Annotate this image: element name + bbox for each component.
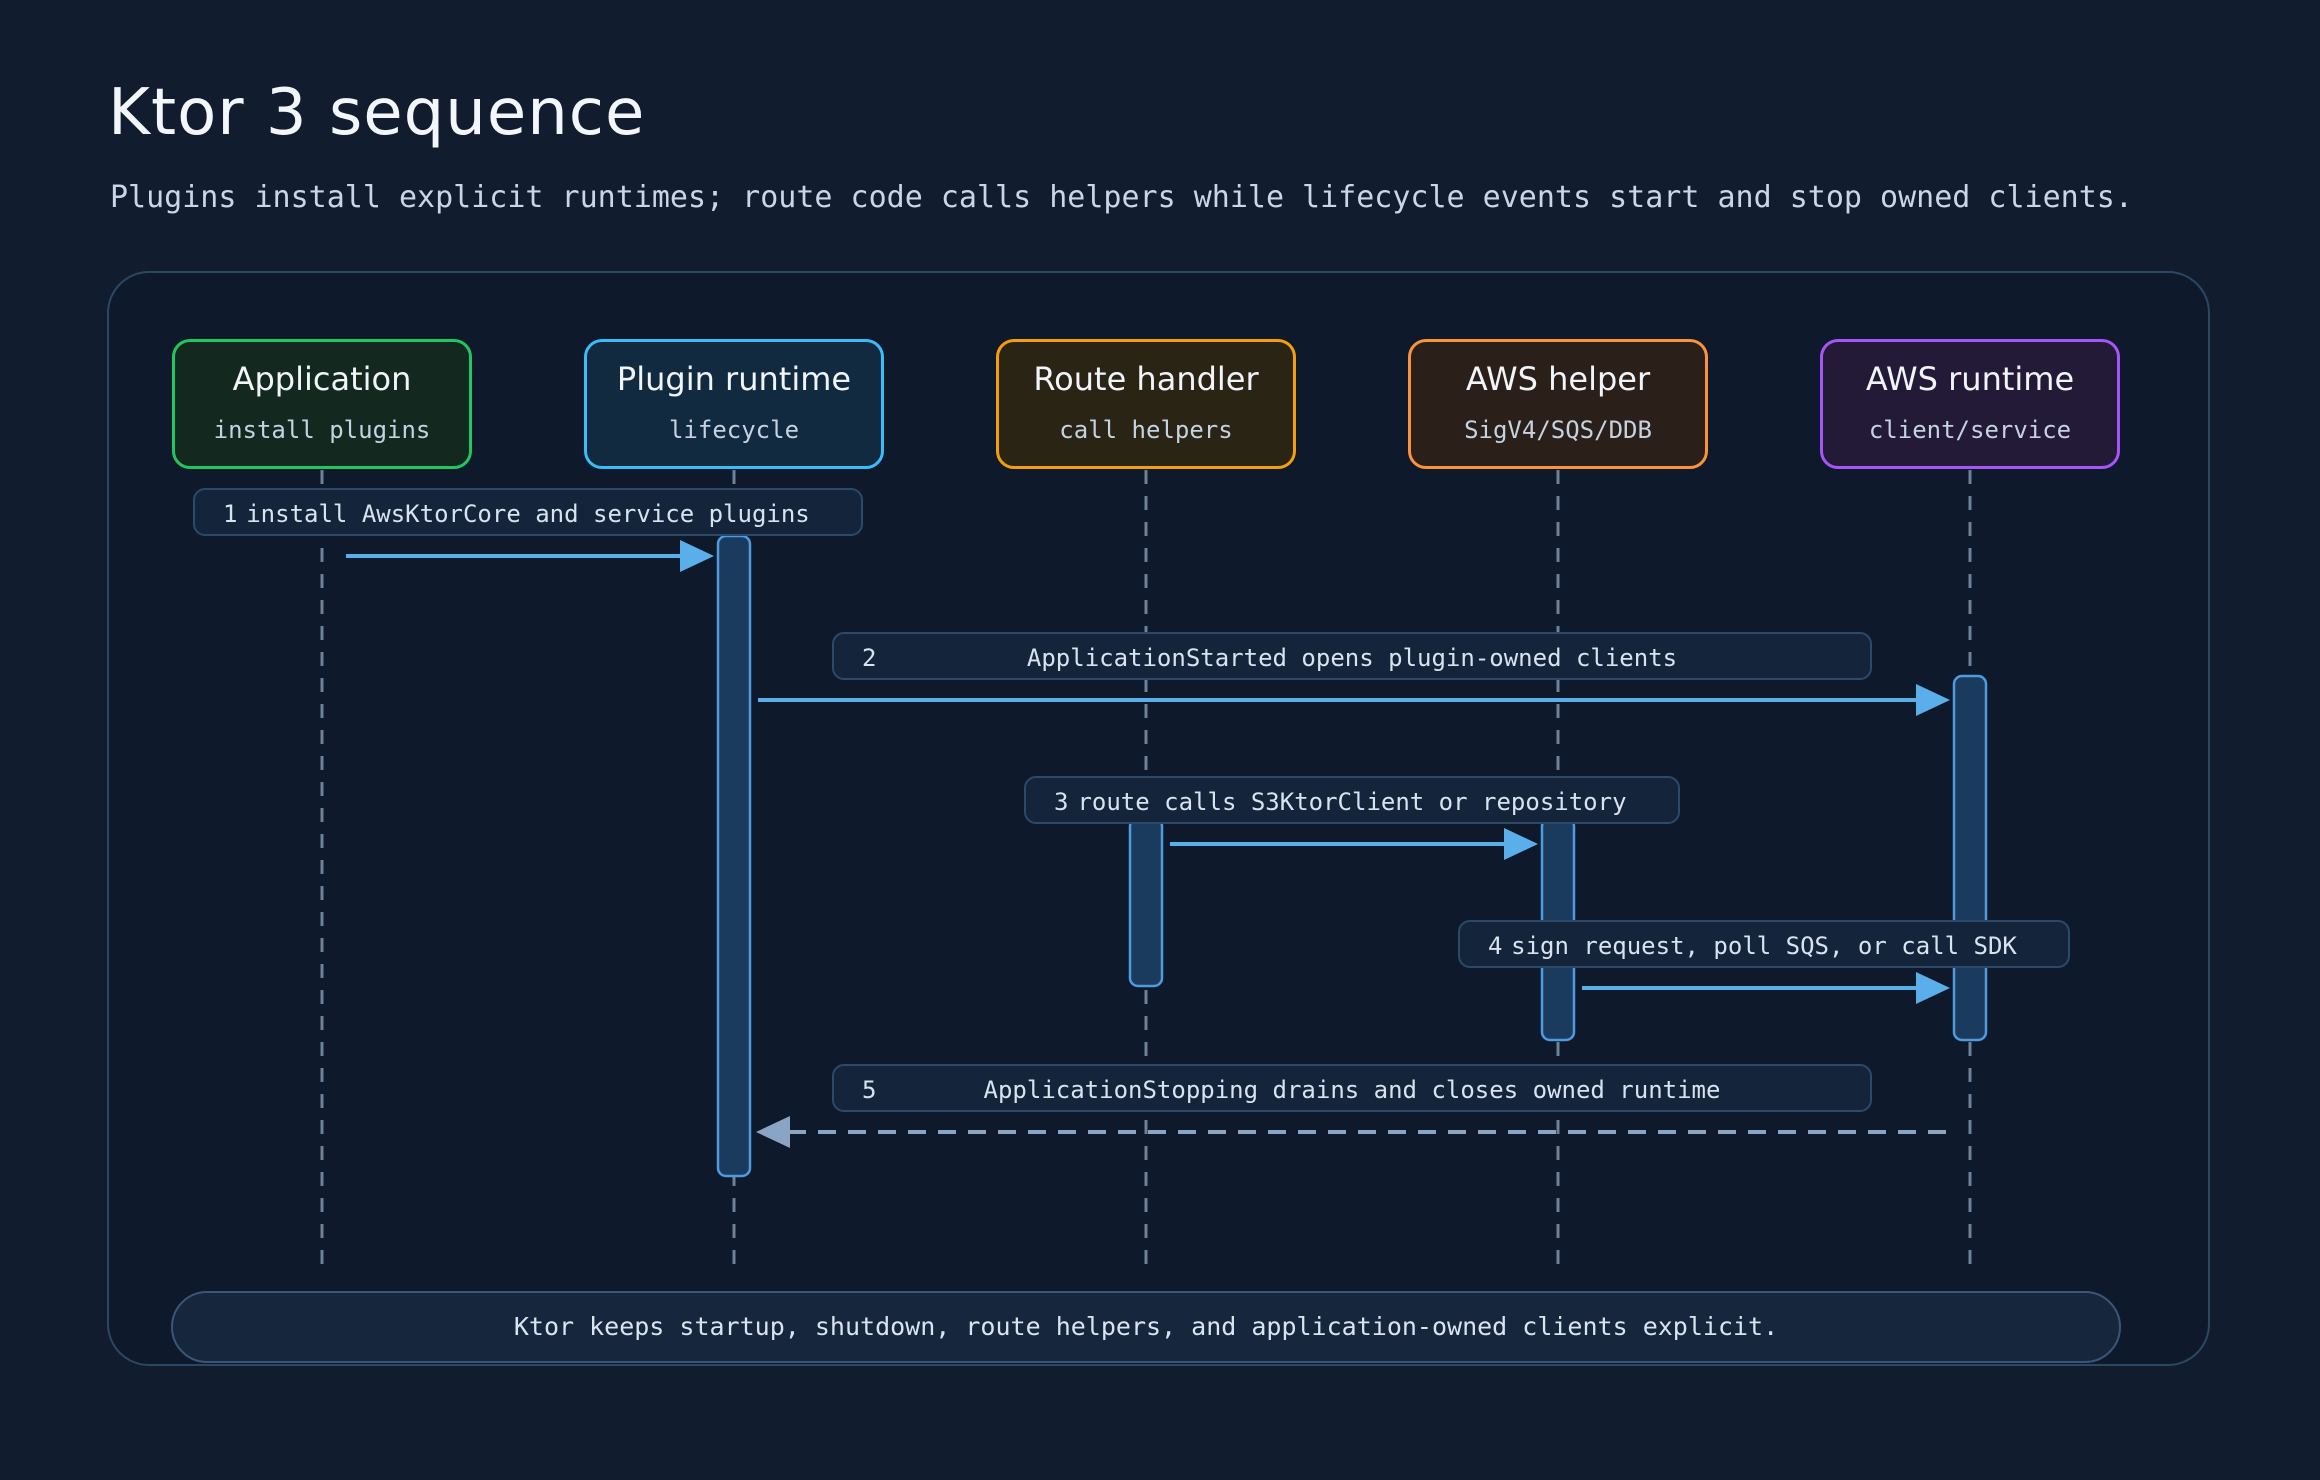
arrow-step-1 xyxy=(346,540,714,572)
actor-route-handler-name: Route handler xyxy=(1033,360,1259,398)
activation-plugin-runtime xyxy=(716,534,752,1178)
activation-aws-runtime xyxy=(1952,674,1988,1042)
actor-route-handler-sub: call helpers xyxy=(1059,416,1233,444)
actor-aws-helper: AWS helper SigV4/SQS/DDB xyxy=(1408,339,1708,469)
footer-note: Ktor keeps startup, shutdown, route help… xyxy=(171,1291,2121,1363)
step-text: install AwsKtorCore and service plugins xyxy=(246,500,810,528)
actor-aws-runtime: AWS runtime client/service xyxy=(1820,339,2120,469)
arrow-step-2 xyxy=(758,684,1950,716)
actor-aws-helper-sub: SigV4/SQS/DDB xyxy=(1464,416,1652,444)
actor-plugin-runtime-sub: lifecycle xyxy=(668,416,800,444)
arrow-step-4 xyxy=(1582,972,1950,1004)
step-label-2: 2 ApplicationStarted opens plugin-owned … xyxy=(832,632,1872,680)
actor-application: Application install plugins xyxy=(172,339,472,469)
actor-plugin-runtime: Plugin runtime lifecycle xyxy=(584,339,884,469)
step-label-4: 4 sign request, poll SQS, or call SDK xyxy=(1458,920,2070,968)
step-text: sign request, poll SQS, or call SDK xyxy=(1511,932,2017,960)
step-text: route calls S3KtorClient or repository xyxy=(1077,788,1627,816)
actor-route-handler: Route handler call helpers xyxy=(996,339,1296,469)
step-text: ApplicationStopping drains and closes ow… xyxy=(983,1076,1721,1104)
step-label-3: 3 route calls S3KtorClient or repository xyxy=(1024,776,1680,824)
sequence-diagram xyxy=(320,470,1988,1268)
actor-aws-runtime-sub: client/service xyxy=(1868,416,2072,444)
actor-aws-runtime-name: AWS runtime xyxy=(1865,360,2075,398)
step-label-5: 5 ApplicationStopping drains and closes … xyxy=(832,1064,1872,1112)
actor-application-sub: install plugins xyxy=(213,416,431,444)
arrow-step-3 xyxy=(1170,828,1538,860)
actor-plugin-runtime-name: Plugin runtime xyxy=(616,360,852,398)
actor-application-name: Application xyxy=(232,360,412,398)
step-label-1: 1 install AwsKtorCore and service plugin… xyxy=(193,488,863,536)
step-text: ApplicationStarted opens plugin-owned cl… xyxy=(1026,644,1678,672)
actor-aws-helper-name: AWS helper xyxy=(1465,360,1651,398)
activation-route-handler xyxy=(1128,816,1164,988)
arrow-step-5-return xyxy=(756,1116,1946,1148)
